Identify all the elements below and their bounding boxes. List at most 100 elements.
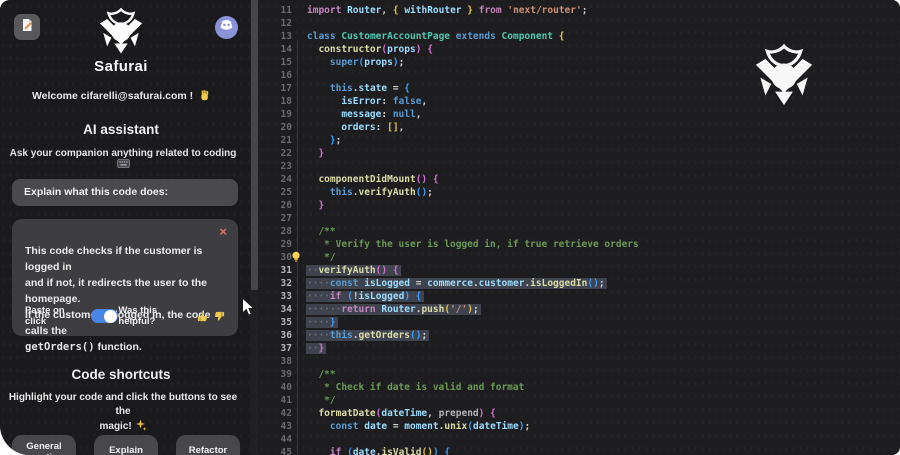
sidebar-panel: Safurai Welcome cifarelli@safurai.com ! … bbox=[0, 0, 250, 455]
line-number: 17 bbox=[280, 83, 292, 94]
line-number: 19 bbox=[280, 109, 292, 120]
close-icon[interactable]: × bbox=[219, 225, 227, 238]
code-line[interactable]: 23 bbox=[258, 160, 900, 173]
response-code-token: getOrders() bbox=[25, 341, 95, 353]
code-line[interactable]: 15 super(props); bbox=[258, 56, 900, 69]
query-input[interactable]: Explain what this code does: bbox=[12, 179, 238, 206]
code-line[interactable]: 45 if (date.isValid()) { bbox=[258, 446, 900, 455]
helpful-label: Was this helpful? bbox=[118, 305, 158, 327]
response-line: function. bbox=[94, 341, 142, 353]
code-line[interactable]: 33 ····if (!isLogged) { bbox=[258, 290, 900, 303]
line-number: 32 bbox=[280, 278, 292, 289]
ai-assistant-heading: AI assistant bbox=[83, 122, 159, 137]
code-lines: 11 import Router, { withRouter } from 'ne… bbox=[258, 4, 900, 455]
discord-button[interactable] bbox=[215, 16, 238, 39]
response-card: × This code checks if the customer is lo… bbox=[12, 219, 238, 353]
line-number: 43 bbox=[280, 421, 292, 432]
line-number: 45 bbox=[280, 447, 292, 455]
code-line[interactable]: 24 componentDidMount() { bbox=[258, 173, 900, 186]
code-line[interactable]: 36 ····this.getOrders(); bbox=[258, 329, 900, 342]
code-line[interactable]: 21 }; bbox=[258, 134, 900, 147]
response-line: and if not, it redirects the user to the… bbox=[25, 277, 208, 305]
line-number: 15 bbox=[280, 57, 292, 68]
magic-wand-icon bbox=[135, 419, 147, 432]
paste-on-click-toggle[interactable] bbox=[90, 309, 119, 323]
code-line[interactable]: 40 * Check if date is valid and format bbox=[258, 381, 900, 394]
code-line[interactable]: 11 import Router, { withRouter } from 'ne… bbox=[258, 4, 900, 17]
code-line[interactable]: 19 message: null, bbox=[258, 108, 900, 121]
code-line[interactable]: 39 /** bbox=[258, 368, 900, 381]
code-line[interactable]: 29 * Verify the user is logged in, if tr… bbox=[258, 238, 900, 251]
code-line[interactable]: 25 this.verifyAuth(); bbox=[258, 186, 900, 199]
line-number: 22 bbox=[280, 148, 292, 159]
code-line[interactable]: 20 orders: [], bbox=[258, 121, 900, 134]
sidebar-scrollbar-thumb[interactable] bbox=[250, 0, 258, 290]
line-number: 29 bbox=[280, 239, 292, 250]
line-number: 30 bbox=[280, 252, 292, 263]
code-line[interactable]: 41 */ bbox=[258, 394, 900, 407]
code-line[interactable]: 42 formatDate(dateTime, prepend) { bbox=[258, 407, 900, 420]
sidebar-scrollbar-track bbox=[250, 0, 258, 455]
line-number: 34 bbox=[280, 304, 292, 315]
line-number: 40 bbox=[280, 382, 292, 393]
code-line[interactable]: 13 class CustomerAccountPage extends Comp… bbox=[258, 30, 900, 43]
brand-title: Safurai bbox=[94, 58, 148, 75]
thumbs-up-icon[interactable] bbox=[197, 311, 208, 322]
line-number: 33 bbox=[280, 291, 292, 302]
line-number: 14 bbox=[280, 44, 292, 55]
welcome-text: Welcome cifarelli@safurai.com ! bbox=[0, 90, 242, 104]
code-line[interactable]: 26 } bbox=[258, 199, 900, 212]
line-number: 13 bbox=[280, 31, 292, 42]
shortcut-buttons: General question Explain Refactor bbox=[12, 435, 240, 455]
line-number: 38 bbox=[280, 356, 292, 367]
toggle-knob bbox=[104, 309, 118, 323]
safurai-logo bbox=[0, 7, 242, 59]
code-line[interactable]: 30 */ bbox=[258, 251, 900, 264]
line-number: 37 bbox=[280, 343, 292, 354]
line-number: 11 bbox=[280, 5, 292, 16]
code-line[interactable]: 16 bbox=[258, 69, 900, 82]
code-line[interactable]: 14 constructor(props) { bbox=[258, 43, 900, 56]
code-line[interactable]: 43 const date = moment.unix(dateTime); bbox=[258, 420, 900, 433]
wave-hand-icon bbox=[196, 90, 210, 104]
line-number: 28 bbox=[280, 226, 292, 237]
code-line[interactable]: 37 ··} bbox=[258, 342, 900, 355]
code-shortcuts-subtitle: Highlight your code and click the button… bbox=[8, 392, 238, 432]
code-line[interactable]: 34 ······return Router.push('/'); bbox=[258, 303, 900, 316]
line-number: 27 bbox=[280, 213, 292, 224]
code-line[interactable]: 31 ··verifyAuth() { bbox=[258, 264, 900, 277]
general-question-button[interactable]: General question bbox=[12, 435, 76, 455]
code-line[interactable]: 22 } bbox=[258, 147, 900, 160]
line-number: 41 bbox=[280, 395, 292, 406]
line-number: 20 bbox=[280, 122, 292, 133]
line-number: 25 bbox=[280, 187, 292, 198]
line-number: 44 bbox=[280, 434, 292, 445]
line-number: 36 bbox=[280, 330, 292, 341]
keyboard-icon bbox=[116, 159, 130, 170]
line-number: 12 bbox=[280, 18, 292, 29]
line-number: 35 bbox=[280, 317, 292, 328]
paste-on-click-label: Paste on click bbox=[25, 305, 65, 327]
safurai-extension-window: Safurai Welcome cifarelli@safurai.com ! … bbox=[0, 0, 900, 455]
code-line[interactable]: 35 ····} bbox=[258, 316, 900, 329]
line-number: 26 bbox=[280, 200, 292, 211]
code-line[interactable]: 38 bbox=[258, 355, 900, 368]
refactor-button[interactable]: Refactor bbox=[176, 435, 240, 455]
code-line[interactable]: 44 bbox=[258, 433, 900, 446]
code-line[interactable]: 12 bbox=[258, 17, 900, 30]
line-number: 21 bbox=[280, 135, 292, 146]
code-line[interactable]: 18 isError: false, bbox=[258, 95, 900, 108]
editor-panel: 11 import Router, { withRouter } from 'ne… bbox=[258, 0, 900, 455]
code-line[interactable]: 17 this.state = { bbox=[258, 82, 900, 95]
response-line: This code checks if the customer is logg… bbox=[25, 245, 203, 273]
ai-assistant-subtitle: Ask your companion anything related to c… bbox=[4, 148, 242, 170]
code-line[interactable]: 28 /** bbox=[258, 225, 900, 238]
line-number: 16 bbox=[280, 70, 292, 81]
thumbs-down-icon[interactable] bbox=[214, 311, 225, 322]
line-number: 39 bbox=[280, 369, 292, 380]
code-line[interactable]: 27 bbox=[258, 212, 900, 225]
line-number: 42 bbox=[280, 408, 292, 419]
response-footer: Paste on click Was this helpful? bbox=[25, 305, 225, 327]
explain-button[interactable]: Explain bbox=[94, 435, 158, 455]
code-line[interactable]: 32 ····const isLogged = commerce.customer… bbox=[258, 277, 900, 290]
